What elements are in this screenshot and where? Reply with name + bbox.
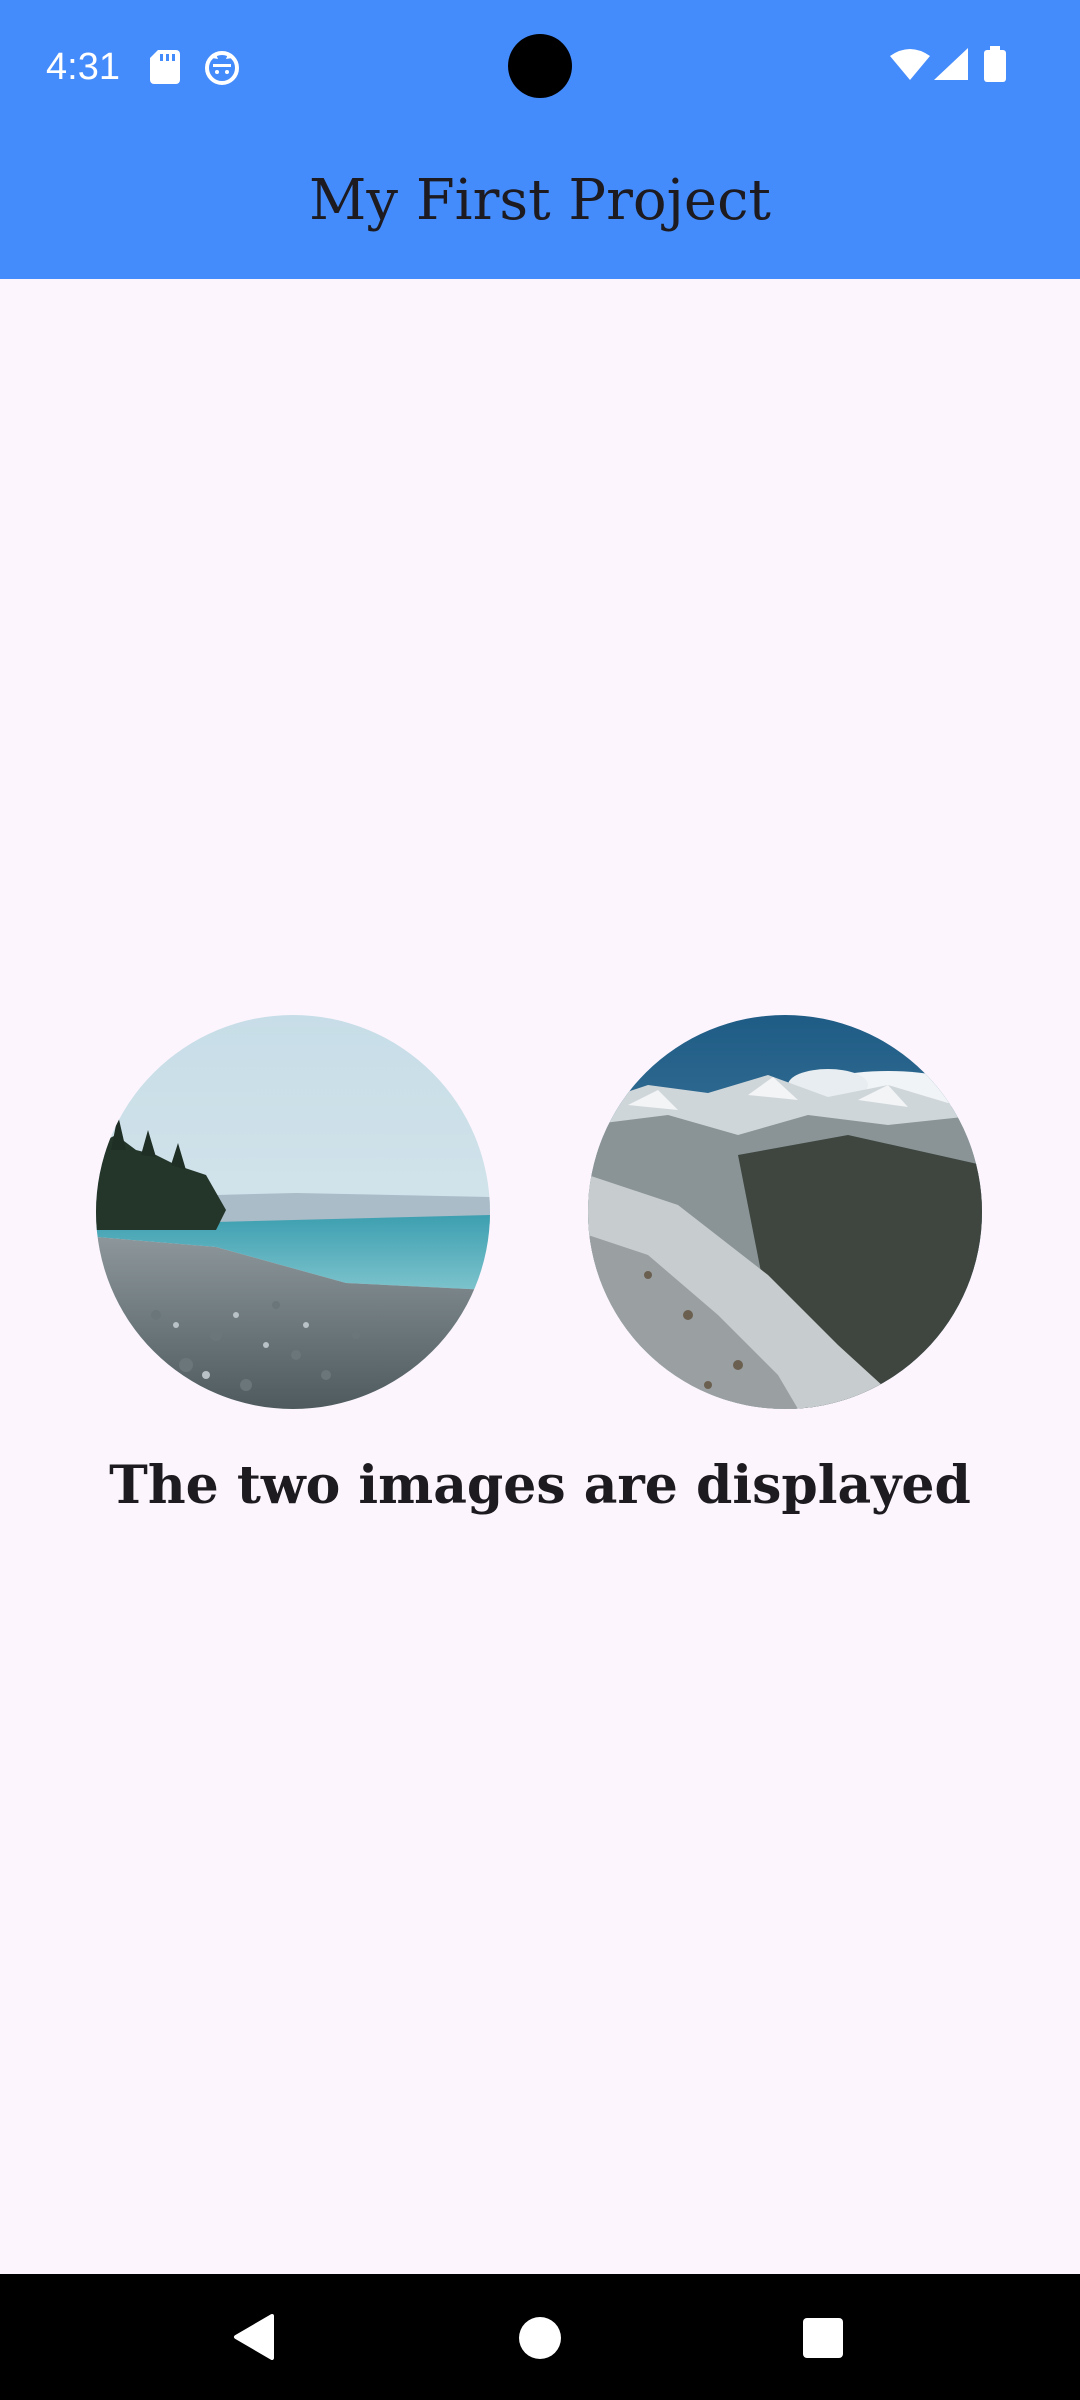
recents-icon[interactable] bbox=[803, 2318, 843, 2362]
wifi-icon bbox=[890, 48, 930, 84]
navigation-bar bbox=[0, 2274, 1080, 2400]
cell-signal-icon bbox=[934, 48, 968, 84]
mountain-image bbox=[588, 1015, 982, 1409]
back-icon[interactable] bbox=[232, 2314, 276, 2364]
camera-cutout bbox=[508, 34, 572, 98]
home-icon[interactable] bbox=[518, 2316, 562, 2364]
status-time: 4:31 bbox=[46, 46, 120, 88]
status-bar: 4:31 bbox=[0, 0, 1080, 134]
app-title: My First Project bbox=[309, 168, 771, 233]
beach-image bbox=[96, 1015, 490, 1409]
main-content: The two images are displayed bbox=[0, 279, 1080, 2274]
cat-face-icon bbox=[204, 50, 240, 90]
caption-text: The two images are displayed bbox=[109, 1455, 971, 1516]
app-bar: My First Project bbox=[0, 134, 1080, 279]
battery-icon bbox=[984, 46, 1006, 86]
sd-card-icon bbox=[150, 50, 180, 88]
